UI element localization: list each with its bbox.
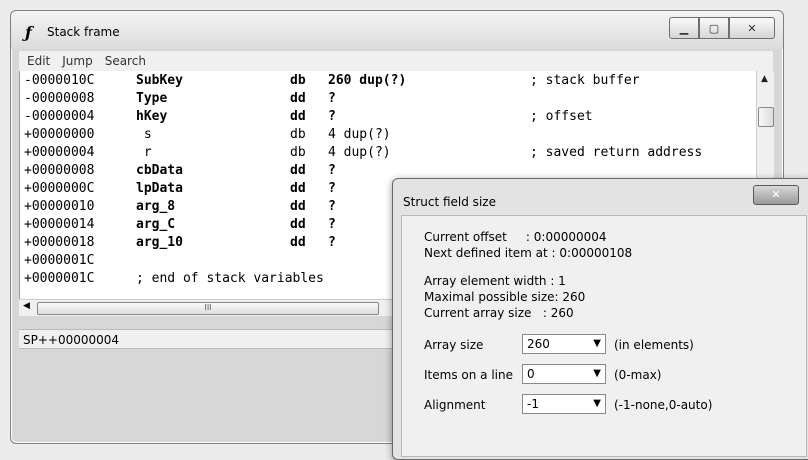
menu-bar: Edit Jump Search	[19, 51, 773, 71]
current-offset-text: Current offset : 0:00000004	[424, 230, 607, 244]
listing-name: arg_10	[136, 235, 183, 250]
maximize-button[interactable]: ▢	[699, 17, 729, 39]
listing-name: s	[136, 127, 152, 142]
window-title: Stack frame	[47, 25, 120, 39]
listing-addr: -00000008	[24, 91, 95, 106]
listing-addr: -0000010C	[24, 73, 95, 88]
close-icon: ✕	[747, 21, 757, 35]
menu-search[interactable]: Search	[105, 54, 146, 68]
listing-cmt: ; saved return address	[530, 145, 703, 160]
element-width-text: Array element width : 1	[424, 274, 566, 288]
current-size-text: Current array size : 260	[424, 306, 574, 320]
menu-edit[interactable]: Edit	[27, 54, 50, 68]
minimize-button[interactable]: ▁	[669, 17, 699, 39]
listing-addr: +00000004	[24, 145, 95, 160]
menu-jump[interactable]: Jump	[62, 54, 92, 68]
function-icon: ƒ	[25, 23, 32, 42]
listing-arg: ?	[328, 91, 336, 106]
chevron-down-icon[interactable]: ▼	[593, 395, 601, 413]
scroll-up-icon[interactable]: ▲	[761, 74, 768, 84]
listing-op: dd	[290, 109, 306, 124]
listing-arg: 4 dup(?)	[328, 145, 391, 160]
listing-name: cbData	[136, 163, 183, 178]
chevron-down-icon[interactable]: ▼	[593, 365, 601, 383]
alignment-hint: (-1-none,0-auto)	[614, 398, 713, 412]
listing-op: db	[290, 73, 306, 88]
listing-name: arg_C	[136, 217, 176, 232]
minimize-icon: ▁	[679, 21, 689, 35]
listing-name: Type	[136, 91, 168, 106]
array-size-hint: (in elements)	[614, 338, 694, 352]
listing-addr: +00000014	[24, 217, 95, 232]
items-on-line-value: 0	[527, 367, 535, 381]
scroll-left-icon[interactable]: ◀	[23, 301, 30, 311]
array-size-label: Array size	[424, 338, 484, 352]
maximize-icon: ▢	[708, 21, 720, 35]
close-icon: ✕	[771, 188, 781, 201]
listing-arg: ?	[328, 199, 336, 214]
listing-name: arg_8	[136, 199, 176, 214]
listing-arg: ?	[328, 235, 336, 250]
listing-addr: +0000001C	[24, 271, 95, 286]
listing-arg: ?	[328, 109, 336, 124]
struct-field-size-dialog: Struct field size ✕ Current offset : 0:0…	[392, 178, 808, 460]
listing-name: SubKey	[136, 73, 183, 88]
listing-name: hKey	[136, 109, 168, 124]
alignment-label: Alignment	[424, 398, 486, 412]
listing-name: ; end of stack variables	[136, 271, 324, 286]
listing-addr: -00000004	[24, 109, 95, 124]
listing-arg: ?	[328, 181, 336, 196]
listing-addr: +00000018	[24, 235, 95, 250]
listing-op: dd	[290, 181, 306, 196]
status-bar: SP++00000004	[19, 329, 399, 349]
listing-op: dd	[290, 217, 306, 232]
listing-name: r	[136, 145, 152, 160]
listing-arg: ?	[328, 217, 336, 232]
scroll-thumb[interactable]	[758, 107, 774, 127]
listing-arg: 260 dup(?)	[328, 73, 407, 88]
listing-op: dd	[290, 199, 306, 214]
dialog-title: Struct field size	[403, 195, 496, 209]
listing-op: db	[290, 145, 306, 160]
listing-arg: 4 dup(?)	[328, 127, 391, 142]
listing-arg: ?	[328, 163, 336, 178]
listing-addr: +00000008	[24, 163, 95, 178]
max-size-text: Maximal possible size: 260	[424, 290, 586, 304]
horizontal-scrollbar[interactable]: ◀ III	[19, 299, 399, 316]
items-on-line-combo[interactable]: 0 ▼	[522, 364, 606, 384]
items-on-line-label: Items on a line	[424, 368, 513, 382]
dialog-body: Current offset : 0:00000004 Next defined…	[401, 215, 807, 457]
listing-cmt: ; stack buffer	[530, 73, 640, 88]
title-bar[interactable]: ƒ Stack frame ▁ ▢ ✕	[11, 11, 783, 49]
array-size-combo[interactable]: 260 ▼	[522, 334, 606, 354]
listing-op: dd	[290, 235, 306, 250]
listing-addr: +0000000C	[24, 181, 95, 196]
close-button[interactable]: ✕	[729, 17, 775, 39]
next-item-text: Next defined item at : 0:00000108	[424, 246, 633, 260]
dialog-close-button[interactable]: ✕	[753, 185, 799, 205]
hscroll-thumb[interactable]: III	[37, 302, 379, 315]
listing-op: dd	[290, 163, 306, 178]
listing-op: db	[290, 127, 306, 142]
listing-cmt: ; offset	[530, 109, 593, 124]
listing-op: dd	[290, 91, 306, 106]
window-controls: ▁ ▢ ✕	[669, 17, 775, 39]
listing-addr: +00000010	[24, 199, 95, 214]
array-size-value: 260	[527, 337, 550, 351]
listing-addr: +0000001C	[24, 253, 95, 268]
listing-name: lpData	[136, 181, 183, 196]
chevron-down-icon[interactable]: ▼	[593, 335, 601, 353]
alignment-value: -1	[527, 397, 539, 411]
alignment-combo[interactable]: -1 ▼	[522, 394, 606, 414]
listing-addr: +00000000	[24, 127, 95, 142]
items-on-line-hint: (0-max)	[614, 368, 662, 382]
